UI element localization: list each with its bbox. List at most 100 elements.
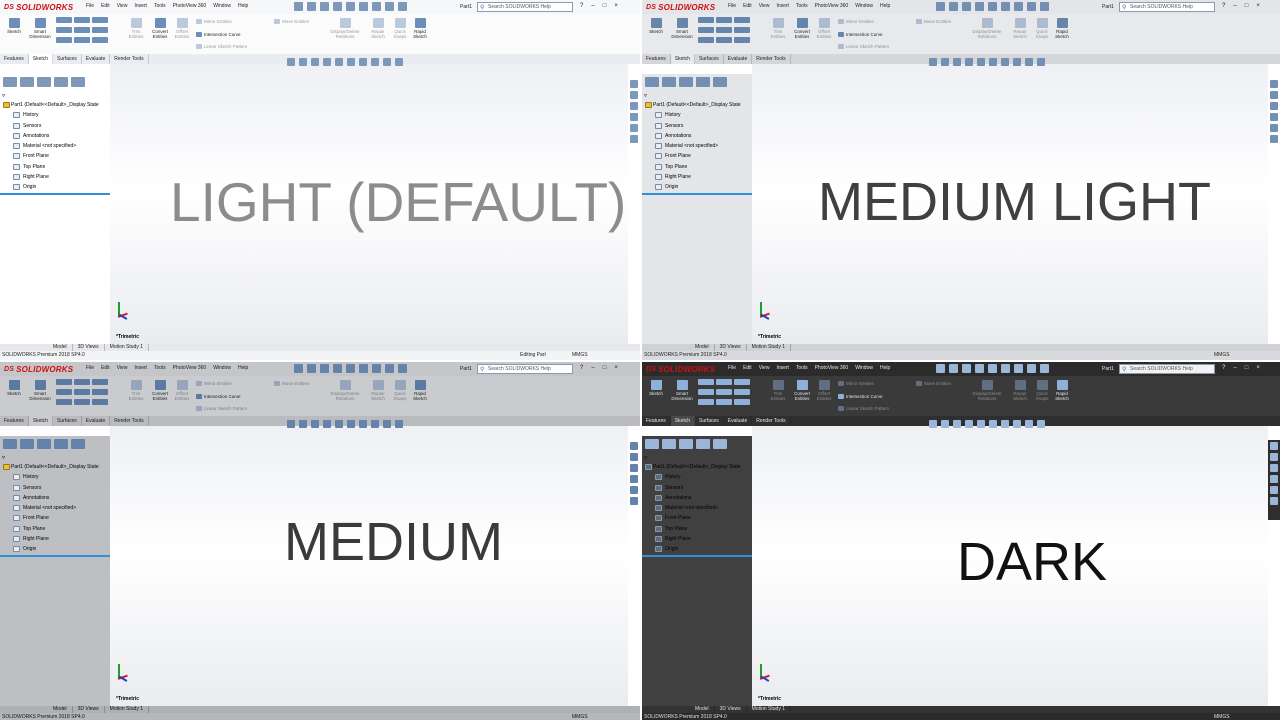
feature-tree-icon[interactable] bbox=[645, 77, 659, 87]
menu-photoview[interactable]: PhotoView 360 bbox=[815, 365, 849, 371]
previous-view-icon[interactable] bbox=[311, 420, 319, 428]
zoom-to-fit-icon[interactable] bbox=[929, 420, 937, 428]
text-icon[interactable] bbox=[92, 399, 108, 405]
smart-dimension-button[interactable]: Smart Dimension bbox=[670, 18, 694, 39]
smart-dimension-button[interactable]: Smart Dimension bbox=[28, 380, 52, 401]
help-search-input[interactable]: ⚲ Search SOLIDWORKS Help bbox=[1119, 2, 1215, 12]
tab-sketch[interactable]: Sketch bbox=[28, 54, 54, 64]
display-manager-icon[interactable] bbox=[713, 77, 727, 87]
home-icon[interactable] bbox=[294, 2, 303, 11]
tree-item-history[interactable]: History bbox=[3, 110, 111, 120]
zoom-to-fit-icon[interactable] bbox=[287, 420, 295, 428]
tree-item-origin[interactable]: Origin bbox=[645, 182, 753, 192]
view-orientation-icon[interactable] bbox=[335, 58, 343, 66]
appearance-icon[interactable] bbox=[371, 58, 379, 66]
move-entities-button[interactable]: Move Entities bbox=[916, 381, 951, 387]
offset-entities-button[interactable]: Offset Entities bbox=[170, 18, 194, 39]
menu-tools[interactable]: Tools bbox=[154, 365, 166, 371]
tree-item-front-plane[interactable]: Front Plane bbox=[3, 513, 111, 523]
view-palette-icon[interactable] bbox=[1270, 113, 1278, 121]
close-icon[interactable]: × bbox=[1256, 3, 1260, 9]
help-icon[interactable]: ? bbox=[580, 365, 583, 371]
trim-entities-button[interactable]: Trim Entities bbox=[766, 380, 790, 401]
tree-item-history[interactable]: History bbox=[645, 472, 753, 482]
resources-icon[interactable] bbox=[630, 442, 638, 450]
tree-item-sensors[interactable]: Sensors bbox=[3, 121, 111, 131]
tree-root-part[interactable]: Part1 (Default<<Default>_Display State bbox=[3, 462, 111, 472]
tab-scroll-arrows[interactable] bbox=[642, 706, 690, 713]
display-style-icon[interactable] bbox=[989, 420, 997, 428]
tree-item-material[interactable]: Material <not specified> bbox=[3, 503, 111, 513]
trim-entities-button[interactable]: Trim Entities bbox=[766, 18, 790, 39]
tree-item-right-plane[interactable]: Right Plane bbox=[3, 172, 111, 182]
view-orientation-icon[interactable] bbox=[977, 58, 985, 66]
design-library-icon[interactable] bbox=[630, 91, 638, 99]
menu-edit[interactable]: Edit bbox=[743, 365, 752, 371]
view-orientation-icon[interactable] bbox=[977, 420, 985, 428]
tab-surfaces[interactable]: Surfaces bbox=[695, 54, 724, 64]
zoom-area-icon[interactable] bbox=[299, 420, 307, 428]
restore-icon[interactable]: □ bbox=[1245, 365, 1249, 371]
minimize-icon[interactable]: – bbox=[591, 3, 594, 9]
arc-icon[interactable] bbox=[74, 27, 90, 33]
home-icon[interactable] bbox=[294, 364, 303, 373]
help-search-input[interactable]: ⚲ Search SOLIDWORKS Help bbox=[477, 2, 573, 12]
save-icon[interactable] bbox=[975, 2, 984, 11]
solidworks-logo[interactable]: DS SOLIDWORKS bbox=[646, 363, 715, 375]
filter-icon[interactable]: ▿ bbox=[644, 92, 647, 99]
tab-scroll-arrows[interactable] bbox=[642, 344, 690, 351]
configuration-manager-icon[interactable] bbox=[679, 439, 693, 449]
display-manager-icon[interactable] bbox=[713, 439, 727, 449]
text-icon[interactable] bbox=[734, 37, 750, 43]
sketch-button[interactable]: Sketch bbox=[2, 380, 26, 396]
tab-sketch[interactable]: Sketch bbox=[670, 416, 696, 426]
menu-help[interactable]: Help bbox=[880, 3, 890, 9]
text-icon[interactable] bbox=[92, 37, 108, 43]
help-icon[interactable]: ? bbox=[1222, 365, 1225, 371]
scene-icon[interactable] bbox=[383, 58, 391, 66]
mirror-entities-button[interactable]: Mirror Entities bbox=[196, 19, 232, 25]
menu-window[interactable]: Window bbox=[855, 365, 873, 371]
solidworks-logo[interactable]: DS SOLIDWORKS bbox=[4, 1, 73, 13]
tree-item-right-plane[interactable]: Right Plane bbox=[645, 534, 753, 544]
menu-help[interactable]: Help bbox=[238, 3, 248, 9]
tab-scroll-arrows[interactable] bbox=[0, 706, 48, 713]
view-settings-icon[interactable] bbox=[1037, 420, 1045, 428]
mirror-entities-button[interactable]: Mirror Entities bbox=[196, 381, 232, 387]
mirror-entities-button[interactable]: Mirror Entities bbox=[838, 19, 874, 25]
hide-show-icon[interactable] bbox=[1001, 58, 1009, 66]
tab-model[interactable]: Model bbox=[690, 706, 715, 713]
display-delete-relations-button[interactable]: Display/Delete Relations bbox=[326, 380, 364, 401]
appearances-icon[interactable] bbox=[1270, 486, 1278, 494]
tab-3d-views[interactable]: 3D Views bbox=[715, 344, 747, 351]
tree-item-sensors[interactable]: Sensors bbox=[645, 121, 753, 131]
rollback-bar[interactable] bbox=[642, 555, 752, 557]
options-icon[interactable] bbox=[398, 364, 407, 373]
display-delete-relations-button[interactable]: Display/Delete Relations bbox=[968, 380, 1006, 401]
spline-icon[interactable] bbox=[92, 379, 108, 385]
close-icon[interactable]: × bbox=[614, 3, 618, 9]
display-style-icon[interactable] bbox=[347, 58, 355, 66]
tab-render-tools[interactable]: Render Tools bbox=[110, 54, 149, 64]
select-icon[interactable] bbox=[372, 364, 381, 373]
convert-entities-button[interactable]: Convert Entities bbox=[148, 380, 172, 401]
tree-item-annotations[interactable]: Annotations bbox=[645, 493, 753, 503]
section-view-icon[interactable] bbox=[323, 58, 331, 66]
circle-icon[interactable] bbox=[716, 379, 732, 385]
home-icon[interactable] bbox=[936, 364, 945, 373]
rapid-sketch-button[interactable]: Rapid Sketch bbox=[408, 380, 432, 401]
tree-item-annotations[interactable]: Annotations bbox=[645, 131, 753, 141]
tab-model[interactable]: Model bbox=[690, 344, 715, 351]
menu-window[interactable]: Window bbox=[213, 365, 231, 371]
circle-icon[interactable] bbox=[716, 17, 732, 23]
tab-evaluate[interactable]: Evaluate bbox=[82, 416, 111, 426]
menu-file[interactable]: File bbox=[86, 365, 94, 371]
section-view-icon[interactable] bbox=[965, 420, 973, 428]
linear-sketch-pattern-button[interactable]: Linear Sketch Pattern bbox=[838, 406, 889, 412]
scene-icon[interactable] bbox=[1025, 58, 1033, 66]
restore-icon[interactable]: □ bbox=[603, 3, 607, 9]
sketch-button[interactable]: Sketch bbox=[2, 18, 26, 34]
options-icon[interactable] bbox=[1040, 2, 1049, 11]
design-library-icon[interactable] bbox=[1270, 91, 1278, 99]
configuration-manager-icon[interactable] bbox=[37, 77, 51, 87]
